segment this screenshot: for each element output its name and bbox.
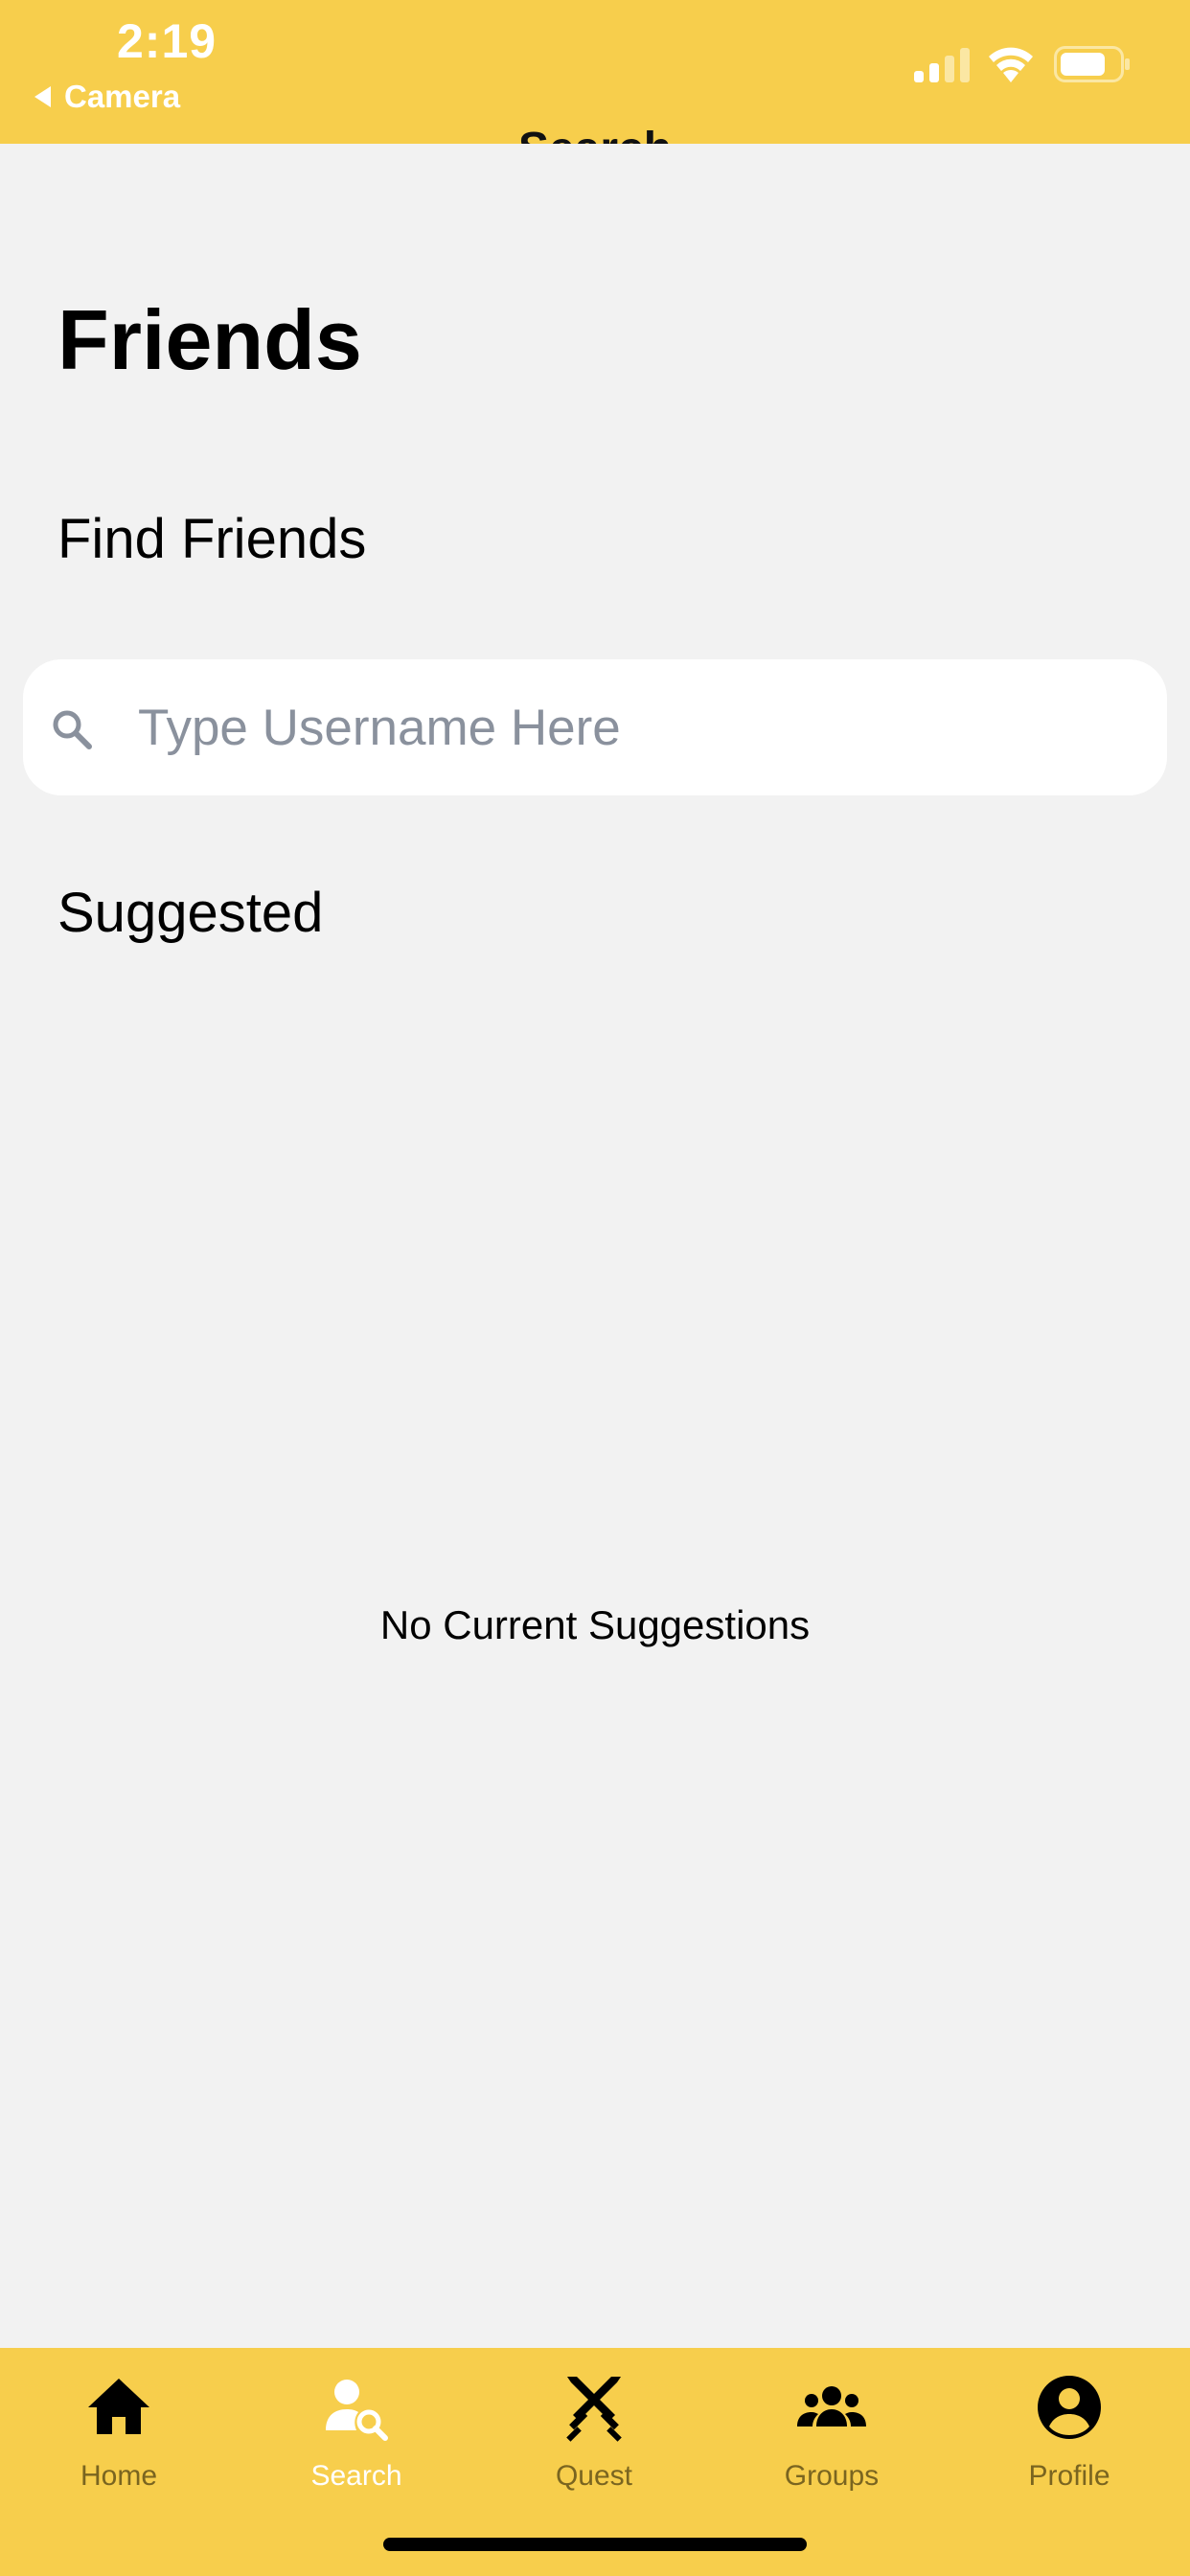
home-icon — [88, 2379, 149, 2434]
back-to-app-link[interactable]: Camera — [34, 79, 180, 115]
person-search-icon — [326, 2380, 388, 2441]
groups-icon — [797, 2386, 866, 2426]
nav-title: Search — [0, 121, 1190, 144]
home-indicator[interactable] — [383, 2538, 807, 2551]
profile-icon — [1038, 2376, 1101, 2439]
clock: 2:19 — [117, 14, 217, 68]
tab-label: Profile — [1028, 2460, 1110, 2492]
back-arrow-icon — [34, 86, 51, 107]
cellular-signal-icon — [914, 48, 970, 82]
tab-label: Home — [80, 2460, 158, 2492]
search-bar[interactable] — [23, 659, 1167, 795]
suggested-heading: Suggested — [57, 882, 324, 944]
tab-label: Quest — [555, 2460, 633, 2492]
tab-home[interactable]: Home — [0, 2348, 238, 2530]
wifi-icon — [989, 47, 1033, 82]
find-friends-heading: Find Friends — [57, 508, 367, 570]
tab-search[interactable]: Search — [238, 2348, 475, 2530]
tab-label: Search — [310, 2460, 402, 2492]
search-icon — [53, 710, 92, 749]
battery-icon — [1054, 46, 1130, 82]
tab-profile[interactable]: Profile — [950, 2348, 1188, 2530]
status-bar: 2:19 Camera Search — [0, 0, 1190, 144]
crossed-swords-icon — [566, 2377, 622, 2442]
tab-groups[interactable]: Groups — [713, 2348, 950, 2530]
empty-suggestions-message: No Current Suggestions — [379, 1602, 811, 1647]
tab-label: Groups — [784, 2460, 880, 2492]
back-app-label: Camera — [64, 79, 181, 114]
page-title: Friends — [57, 292, 362, 387]
tab-quest[interactable]: Quest — [475, 2348, 713, 2530]
username-search-input[interactable] — [138, 659, 1134, 795]
